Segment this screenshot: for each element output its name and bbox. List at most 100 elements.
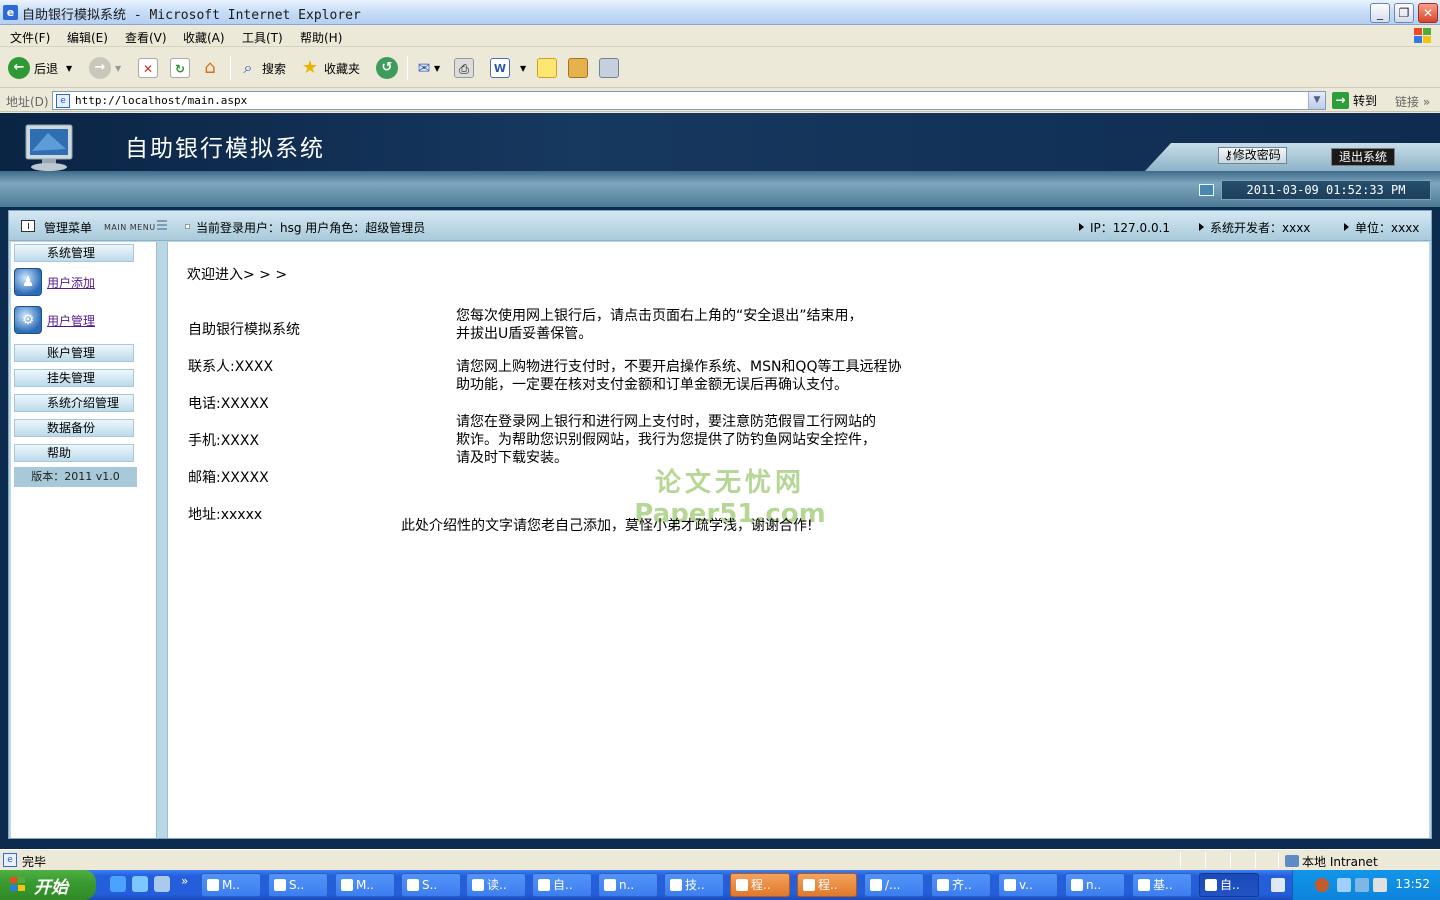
notes-button[interactable] xyxy=(537,56,557,80)
back-dropdown-icon[interactable]: ▼ xyxy=(66,64,72,73)
window-title-bar[interactable]: e 自助银行模拟系统 - Microsoft Internet Explorer… xyxy=(0,0,1440,25)
go-arrow-icon: → xyxy=(1332,92,1349,109)
user-mgmt-link[interactable]: 用户管理 xyxy=(47,312,95,329)
forward-dropdown-icon[interactable]: ▼ xyxy=(115,64,121,73)
start-button[interactable]: 开始 xyxy=(0,870,96,900)
back-label: 后退 xyxy=(34,61,59,76)
menu-tools[interactable]: 工具(T) xyxy=(242,29,283,46)
forward-button[interactable]: → ▼ xyxy=(89,56,121,80)
volume-icon[interactable] xyxy=(1373,878,1387,892)
tray-app-icon[interactable] xyxy=(1355,878,1369,892)
content-area: 欢迎进入> > > 自助银行模拟系统 联系人:XXXX 电话:XXXXX 手机:… xyxy=(167,242,1429,838)
taskbar-item[interactable]: 齐.. xyxy=(931,873,991,897)
collapse-icon[interactable] xyxy=(157,220,167,230)
taskbar-item[interactable]: 自.. xyxy=(532,873,592,897)
taskbar-item[interactable]: M.. xyxy=(201,873,261,897)
security-tip-1: 您每次使用网上银行后，请点击页面右上角的“安全退出”结束用， 并拔出U盾妥善保管… xyxy=(456,308,863,342)
taskbar-item[interactable]: 技.. xyxy=(664,873,724,897)
edit-word-button[interactable]: W ▼ xyxy=(490,56,526,80)
arrow-icon xyxy=(1079,223,1084,231)
messenger-button[interactable] xyxy=(599,56,619,80)
stop-icon: ✕ xyxy=(138,58,158,78)
print-button[interactable]: ⎙ xyxy=(454,56,474,80)
tray-expand-icon[interactable] xyxy=(1315,878,1329,892)
taskbar-item[interactable]: 程.. xyxy=(730,873,790,897)
research-button[interactable] xyxy=(568,56,588,80)
menu-edit[interactable]: 编辑(E) xyxy=(67,29,108,46)
change-password-button[interactable]: ⚷修改密码 xyxy=(1218,147,1287,164)
close-button[interactable]: ✕ xyxy=(1418,3,1438,23)
network-icon[interactable] xyxy=(1337,878,1351,892)
system-title: 自助银行模拟系统 xyxy=(125,136,325,162)
taskbar-item[interactable]: 基.. xyxy=(1132,873,1192,897)
menu-help[interactable]: 帮助(H) xyxy=(300,29,342,46)
taskbar-item[interactable]: 程.. xyxy=(797,873,857,897)
go-button[interactable]: → 转到 xyxy=(1332,92,1377,109)
sidebar-item-backup[interactable]: 数据备份 xyxy=(14,419,134,437)
home-icon: ⌂ xyxy=(204,57,216,78)
sidebar-item-help[interactable]: 帮助 xyxy=(14,444,134,462)
system-name-text: 自助银行模拟系统 xyxy=(188,322,300,338)
datetime-display: 2011-03-09 01:52:33 PM xyxy=(1221,180,1431,200)
address-url[interactable]: http://localhost/main.aspx xyxy=(75,94,247,107)
refresh-icon: ↻ xyxy=(170,58,190,78)
address-input[interactable]: e http://localhost/main.aspx ▼ xyxy=(52,91,1326,110)
user-add-link[interactable]: 用户添加 xyxy=(47,274,95,291)
maximize-button[interactable]: ❐ xyxy=(1394,3,1414,23)
taskbar-item[interactable]: n.. xyxy=(598,873,658,897)
home-button[interactable]: ⌂ xyxy=(200,56,220,80)
sidebar-item-system-mgmt[interactable]: 系统管理 xyxy=(14,244,134,262)
sidebar-item-account-mgmt[interactable]: 账户管理 xyxy=(14,344,134,362)
links-button[interactable]: 链接 » xyxy=(1395,93,1430,110)
history-button[interactable]: ↺ xyxy=(376,56,402,80)
sidebar-item-loss-mgmt[interactable]: 挂失管理 xyxy=(14,369,134,387)
mail-dropdown-icon[interactable]: ▼ xyxy=(434,64,440,73)
quicklaunch-explorer-icon[interactable] xyxy=(132,876,148,892)
welcome-text: 欢迎进入> > > xyxy=(187,267,288,283)
menu-favorites[interactable]: 收藏(A) xyxy=(183,29,225,46)
mail-button[interactable]: ✉ ▼ xyxy=(414,56,440,80)
minimize-button[interactable]: _ xyxy=(1370,3,1390,23)
unit-info: 单位：xxxx xyxy=(1344,219,1419,236)
sidebar-link-user-add[interactable]: ♟ 用户添加 xyxy=(14,266,95,298)
taskbar-item[interactable]: /... xyxy=(864,873,924,897)
footer-note: 此处介绍性的文字请您老自己添加，莫怪小弟才疏学浅，谢谢合作! xyxy=(401,518,813,534)
menu-file[interactable]: 文件(F) xyxy=(10,29,50,46)
favorites-label: 收藏夹 xyxy=(324,61,361,76)
clock[interactable]: 13:52 xyxy=(1395,877,1430,891)
edit-dropdown-icon[interactable]: ▼ xyxy=(520,64,526,73)
quicklaunch-desktop-icon[interactable] xyxy=(154,876,170,892)
ie-icon: e xyxy=(3,5,18,20)
email-text: 邮箱:XXXXX xyxy=(188,470,269,486)
taskbar-item[interactable]: n.. xyxy=(1065,873,1125,897)
stop-button[interactable]: ✕ xyxy=(138,56,158,80)
main-frame: 管理菜单 MAIN MENU 当前登录用户：hsg 用户角色：超级管理员 IP：… xyxy=(8,210,1432,839)
menu-view[interactable]: 查看(V) xyxy=(125,29,167,46)
back-button[interactable]: ← 后退 ▼ xyxy=(8,56,72,80)
header-tab-shape xyxy=(1145,143,1440,171)
keyboard-icon[interactable] xyxy=(1271,878,1285,892)
favorites-button[interactable]: ★ 收藏夹 xyxy=(300,56,360,80)
history-icon: ↺ xyxy=(376,57,398,79)
logout-button[interactable]: 退出系统 xyxy=(1331,148,1396,166)
taskbar-item[interactable]: M.. xyxy=(335,873,395,897)
search-icon: ⌕ xyxy=(243,58,253,77)
search-button[interactable]: ⌕ 搜索 xyxy=(238,56,287,80)
taskbar-item[interactable]: S.. xyxy=(268,873,328,897)
security-zone: 本地 Intranet xyxy=(1285,853,1378,870)
taskbar-item-active[interactable]: 自.. xyxy=(1199,873,1259,897)
taskbar-item[interactable]: S.. xyxy=(401,873,461,897)
taskbar-item[interactable]: v.. xyxy=(998,873,1058,897)
quicklaunch-more-icon[interactable]: » xyxy=(181,874,188,888)
refresh-button[interactable]: ↻ xyxy=(170,56,190,80)
taskbar-item[interactable]: 读.. xyxy=(466,873,526,897)
address-bar: 地址(D) e http://localhost/main.aspx ▼ → 转… xyxy=(0,89,1440,112)
info-header: 管理菜单 MAIN MENU 当前登录用户：hsg 用户角色：超级管理员 IP：… xyxy=(9,211,1431,241)
address-dropdown-icon[interactable]: ▼ xyxy=(1308,92,1325,109)
sidebar-link-user-mgmt[interactable]: ⚙ 用户管理 xyxy=(14,304,95,336)
quicklaunch-ie-icon[interactable] xyxy=(110,876,126,892)
monitor-logo-icon xyxy=(18,123,78,173)
sidebar-item-intro-mgmt[interactable]: 系统介绍管理 xyxy=(14,394,134,412)
web-page: 自助银行模拟系统 ⚷修改密码 退出系统 2011-03-09 01:52:33 … xyxy=(0,113,1440,849)
go-label: 转到 xyxy=(1353,94,1378,108)
